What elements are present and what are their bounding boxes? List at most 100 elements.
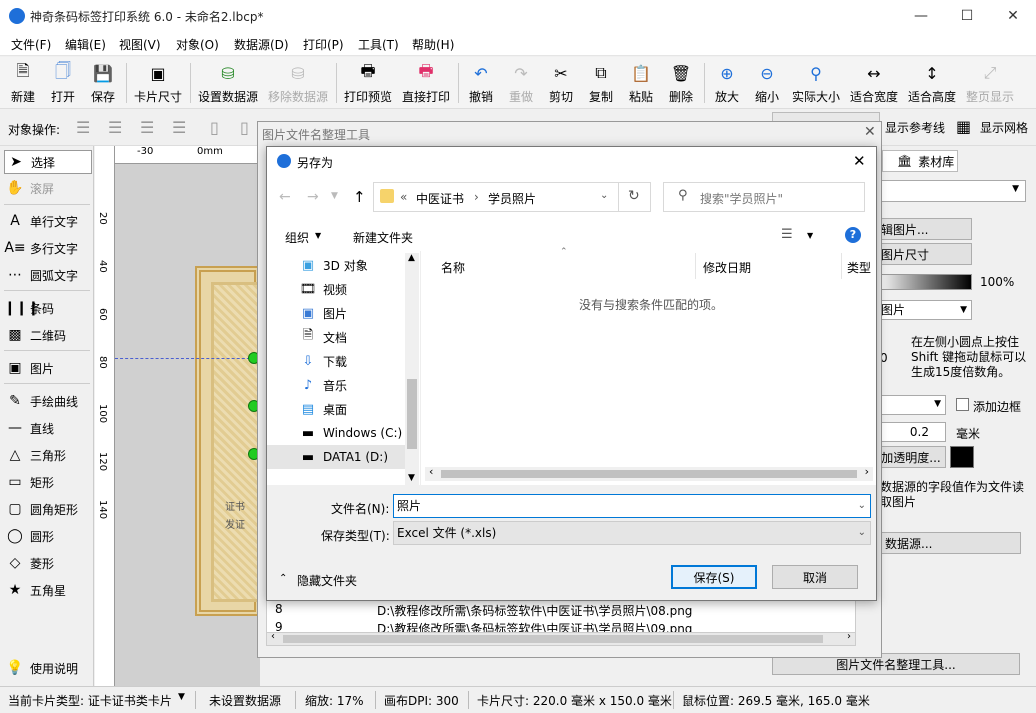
- image-source-select[interactable]: 图片 ▼: [876, 300, 972, 320]
- filetype-select[interactable]: Excel 文件 (*.xls) ⌄: [393, 521, 871, 545]
- save-dialog-cancel-button[interactable]: 取消: [772, 565, 858, 589]
- redo-button[interactable]: ↷ 重做: [504, 59, 538, 107]
- menu-tools[interactable]: 工具(T): [358, 36, 399, 53]
- nav-desktop[interactable]: ▤ 桌面: [267, 397, 407, 421]
- tool-line[interactable]: — 直线: [4, 416, 92, 440]
- zoom-out-button[interactable]: ⊖ 缩小: [750, 59, 784, 107]
- delete-button[interactable]: 🗑 删除: [664, 59, 698, 107]
- card-type-dropdown-icon[interactable]: ▼: [178, 692, 185, 702]
- nav-drive-c[interactable]: ▬ Windows (C:): [267, 421, 407, 445]
- layer-bottom-icon[interactable]: ☰: [172, 118, 186, 137]
- nav-pictures[interactable]: ▣ 图片: [267, 301, 407, 325]
- tool-scroll[interactable]: ✋ 滚屏: [4, 176, 92, 200]
- show-guides-toggle[interactable]: 显示参考线: [885, 119, 945, 136]
- minimize-button[interactable]: —: [898, 0, 944, 32]
- column-type[interactable]: 类型: [847, 259, 871, 276]
- menu-edit[interactable]: 编辑(E): [65, 36, 106, 53]
- border-style-select[interactable]: ▼: [876, 395, 946, 415]
- menu-print[interactable]: 打印(P): [303, 36, 344, 53]
- transparency-button[interactable]: 加透明度...: [876, 446, 946, 468]
- fit-width-button[interactable]: ↔ 适合宽度: [848, 59, 900, 107]
- column-modified-date[interactable]: 修改日期: [703, 259, 751, 276]
- image-size-button[interactable]: 图片尺寸: [876, 243, 972, 265]
- filename-dropdown-icon[interactable]: ⌄: [858, 495, 866, 517]
- nav-downloads[interactable]: ⇩ 下载: [267, 349, 407, 373]
- file-list-scrollbar[interactable]: ‹ ›: [425, 465, 873, 481]
- filetype-dropdown-icon[interactable]: ⌄: [858, 522, 866, 544]
- opacity-slider[interactable]: [876, 274, 972, 290]
- breadcrumb-item[interactable]: 中医证书: [416, 190, 464, 207]
- tool-select[interactable]: ➤ 选择: [4, 150, 92, 174]
- hide-folders-button[interactable]: 隐藏文件夹: [297, 572, 357, 589]
- tool-barcode[interactable]: ❙❙❙ 条码: [4, 296, 92, 320]
- maximize-button[interactable]: ☐: [944, 0, 990, 32]
- layer-top-icon[interactable]: ☰: [140, 118, 154, 137]
- cut-button[interactable]: ✂ 剪切: [544, 59, 578, 107]
- paste-button[interactable]: 📋 粘贴: [624, 59, 658, 107]
- chevron-up-icon[interactable]: ⌃: [279, 573, 287, 584]
- nav-3d-objects[interactable]: ▣ 3D 对象: [267, 253, 407, 277]
- border-width-input[interactable]: 0.2: [876, 422, 946, 442]
- tool-single-text[interactable]: A 单行文字: [4, 209, 92, 233]
- print-preview-button[interactable]: 🖶 打印预览: [342, 59, 394, 107]
- tool-multi-text[interactable]: A≡ 多行文字: [4, 236, 92, 260]
- tool-qrcode[interactable]: ▩ 二维码: [4, 323, 92, 347]
- add-border-checkbox[interactable]: [956, 398, 969, 411]
- forward-icon[interactable]: →: [307, 189, 319, 205]
- save-button[interactable]: 💾 保存: [84, 59, 122, 107]
- nav-videos[interactable]: 🎞 视频: [267, 277, 407, 301]
- menu-help[interactable]: 帮助(H): [412, 36, 454, 53]
- open-button[interactable]: 🗍 打开: [44, 59, 82, 107]
- menu-file[interactable]: 文件(F): [11, 36, 51, 53]
- align-left-icon[interactable]: ▯: [210, 118, 219, 137]
- show-grid-toggle[interactable]: 显示网格: [980, 119, 1028, 136]
- layer-up-icon[interactable]: ☰: [76, 118, 90, 137]
- new-folder-button[interactable]: 新建文件夹: [353, 229, 413, 246]
- set-datasource-button[interactable]: ⛁ 设置数据源: [196, 59, 260, 107]
- up-icon[interactable]: ↑: [353, 188, 366, 206]
- fit-height-button[interactable]: ↕ 适合高度: [906, 59, 958, 107]
- edit-image-button[interactable]: 辑图片...: [876, 218, 972, 240]
- tool-diamond[interactable]: ◇ 菱形: [4, 551, 92, 575]
- rename-tool-close[interactable]: ✕: [864, 124, 876, 140]
- menu-datasource[interactable]: 数据源(D): [234, 36, 289, 53]
- search-input[interactable]: 搜索"学员照片": [700, 190, 783, 207]
- copy-button[interactable]: ⧉ 复制: [584, 59, 618, 107]
- tool-rect[interactable]: ▭ 矩形: [4, 470, 92, 494]
- nav-scrollbar[interactable]: ▲ ▼: [405, 253, 419, 485]
- tool-round-rect[interactable]: ▢ 圆角矩形: [4, 497, 92, 521]
- menu-object[interactable]: 对象(O): [176, 36, 219, 53]
- property-dropdown[interactable]: ▼: [876, 180, 1026, 202]
- design-canvas[interactable]: 证书 发证: [115, 164, 260, 686]
- view-dropdown-icon[interactable]: ▼: [807, 231, 813, 240]
- datasource-button[interactable]: 数据源...: [876, 532, 1021, 554]
- actual-size-button[interactable]: ⚲ 实际大小: [790, 59, 842, 107]
- dialog-close-icon[interactable]: ✕: [853, 152, 866, 170]
- remove-datasource-button[interactable]: ⛁ 移除数据源: [266, 59, 330, 107]
- help-button[interactable]: 💡 使用说明: [4, 656, 92, 680]
- back-icon[interactable]: ←: [279, 189, 291, 205]
- search-box[interactable]: ⚲ 搜索"学员照片": [663, 182, 865, 212]
- new-button[interactable]: 🗎 新建: [4, 59, 42, 107]
- nav-documents[interactable]: 🗎 文档: [267, 325, 407, 349]
- layer-down-icon[interactable]: ☰: [108, 118, 122, 137]
- address-bar[interactable]: « 中医证书 › 学员照片 ⌄ ↻: [373, 182, 651, 212]
- certificate-card[interactable]: 证书 发证: [195, 266, 260, 616]
- save-dialog-save-button[interactable]: 保存(S): [671, 565, 757, 589]
- undo-button[interactable]: ↶ 撤销: [464, 59, 498, 107]
- organize-button[interactable]: 组织: [285, 229, 309, 246]
- direct-print-button[interactable]: 🖶 直接打印: [400, 59, 452, 107]
- recent-dropdown-icon[interactable]: ▼: [331, 191, 338, 201]
- zoom-in-button[interactable]: ⊕ 放大: [710, 59, 744, 107]
- address-dropdown-icon[interactable]: ⌄: [600, 190, 608, 201]
- refresh-icon[interactable]: ↻: [628, 188, 640, 204]
- table-row[interactable]: 8 D:\教程修改所需\条码标签软件\中医证书\学员照片\08.png: [267, 601, 855, 618]
- view-options-icon[interactable]: ☰: [781, 227, 793, 242]
- nav-drive-d[interactable]: ▬ DATA1 (D:): [267, 445, 407, 469]
- filename-input[interactable]: 照片 ⌄: [393, 494, 871, 518]
- horizontal-scrollbar[interactable]: ‹ ›: [266, 631, 856, 646]
- column-name[interactable]: 名称: [441, 259, 465, 276]
- card-size-button[interactable]: ▣ 卡片尺寸: [130, 59, 186, 107]
- tool-freehand[interactable]: ✎ 手绘曲线: [4, 389, 92, 413]
- nav-music[interactable]: ♪ 音乐: [267, 373, 407, 397]
